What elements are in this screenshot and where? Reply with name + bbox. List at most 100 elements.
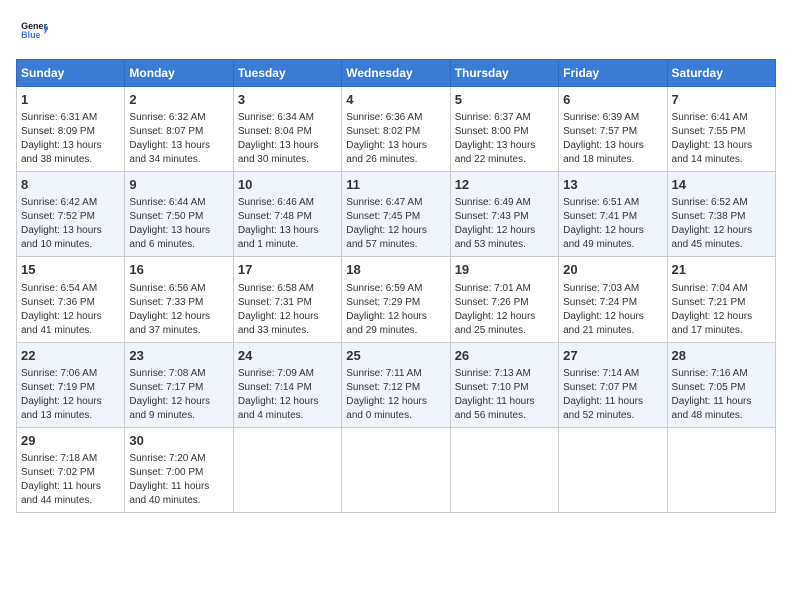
day-number: 22 (21, 347, 120, 365)
day-number: 15 (21, 261, 120, 279)
day-cell (667, 427, 775, 512)
day-info: Sunrise: 6:59 AM Sunset: 7:29 PM Dayligh… (346, 282, 445, 338)
day-info: Sunrise: 6:49 AM Sunset: 7:43 PM Dayligh… (455, 196, 554, 252)
day-number: 8 (21, 176, 120, 194)
week-row-5: 29Sunrise: 7:18 AM Sunset: 7:02 PM Dayli… (17, 427, 776, 512)
day-number: 1 (21, 91, 120, 109)
day-cell: 11 Sunrise: 6:47 AM Sunset: 7:45 PM Dayli… (342, 172, 450, 257)
day-number: 23 (129, 347, 228, 365)
day-info: Sunrise: 7:06 AM Sunset: 7:19 PM Dayligh… (21, 367, 120, 423)
day-cell: 5 Sunrise: 6:37 AM Sunset: 8:00 PM Daylig… (450, 87, 558, 172)
day-cell: 7 Sunrise: 6:41 AM Sunset: 7:55 PM Daylig… (667, 87, 775, 172)
day-cell: 27 Sunrise: 7:14 AM Sunset: 7:07 PM Dayli… (559, 342, 667, 427)
day-number: 20 (563, 261, 662, 279)
day-info: Sunrise: 7:13 AM Sunset: 7:10 PM Dayligh… (455, 367, 554, 423)
day-cell: 6 Sunrise: 6:39 AM Sunset: 7:57 PM Daylig… (559, 87, 667, 172)
day-cell: 18 Sunrise: 6:59 AM Sunset: 7:29 PM Dayli… (342, 257, 450, 342)
day-info: Sunrise: 7:04 AM Sunset: 7:21 PM Dayligh… (672, 282, 771, 338)
day-number: 30 (129, 432, 228, 450)
weekday-monday: Monday (125, 60, 233, 87)
day-info: Sunrise: 6:31 AM Sunset: 8:09 PM Dayligh… (21, 111, 120, 167)
day-cell: 20 Sunrise: 7:03 AM Sunset: 7:24 PM Dayli… (559, 257, 667, 342)
day-info: Sunrise: 6:32 AM Sunset: 8:07 PM Dayligh… (129, 111, 228, 167)
day-info: Sunrise: 7:01 AM Sunset: 7:26 PM Dayligh… (455, 282, 554, 338)
day-info: Sunrise: 6:36 AM Sunset: 8:02 PM Dayligh… (346, 111, 445, 167)
day-number: 5 (455, 91, 554, 109)
day-number: 3 (238, 91, 337, 109)
day-number: 16 (129, 261, 228, 279)
day-number: 4 (346, 91, 445, 109)
day-cell: 28Sunrise: 7:16 AM Sunset: 7:05 PM Dayli… (667, 342, 775, 427)
day-cell: 25 Sunrise: 7:11 AM Sunset: 7:12 PM Dayli… (342, 342, 450, 427)
day-cell: 13Sunrise: 6:51 AM Sunset: 7:41 PM Dayli… (559, 172, 667, 257)
day-info: Sunrise: 6:52 AM Sunset: 7:38 PM Dayligh… (672, 196, 771, 252)
day-cell: 9 Sunrise: 6:44 AM Sunset: 7:50 PM Daylig… (125, 172, 233, 257)
page-header: General Blue (16, 16, 776, 49)
weekday-tuesday: Tuesday (233, 60, 341, 87)
day-cell: 17 Sunrise: 6:58 AM Sunset: 7:31 PM Dayli… (233, 257, 341, 342)
day-info: Sunrise: 6:41 AM Sunset: 7:55 PM Dayligh… (672, 111, 771, 167)
day-number: 27 (563, 347, 662, 365)
week-row-2: 8Sunrise: 6:42 AM Sunset: 7:52 PM Daylig… (17, 172, 776, 257)
day-cell: 8Sunrise: 6:42 AM Sunset: 7:52 PM Daylig… (17, 172, 125, 257)
day-cell (233, 427, 341, 512)
day-info: Sunrise: 7:09 AM Sunset: 7:14 PM Dayligh… (238, 367, 337, 423)
day-info: Sunrise: 6:56 AM Sunset: 7:33 PM Dayligh… (129, 282, 228, 338)
day-number: 17 (238, 261, 337, 279)
calendar-table: SundayMondayTuesdayWednesdayThursdayFrid… (16, 59, 776, 513)
weekday-friday: Friday (559, 60, 667, 87)
day-info: Sunrise: 7:08 AM Sunset: 7:17 PM Dayligh… (129, 367, 228, 423)
day-cell: 12 Sunrise: 6:49 AM Sunset: 7:43 PM Dayli… (450, 172, 558, 257)
day-info: Sunrise: 6:34 AM Sunset: 8:04 PM Dayligh… (238, 111, 337, 167)
weekday-wednesday: Wednesday (342, 60, 450, 87)
svg-text:Blue: Blue (21, 30, 40, 40)
weekday-sunday: Sunday (17, 60, 125, 87)
day-number: 18 (346, 261, 445, 279)
day-cell: 22 Sunrise: 7:06 AM Sunset: 7:19 PM Dayli… (17, 342, 125, 427)
day-info: Sunrise: 7:20 AM Sunset: 7:00 PM Dayligh… (129, 452, 228, 508)
logo: General Blue (16, 16, 48, 49)
weekday-header-row: SundayMondayTuesdayWednesdayThursdayFrid… (17, 60, 776, 87)
day-cell: 3 Sunrise: 6:34 AM Sunset: 8:04 PM Daylig… (233, 87, 341, 172)
day-cell: 1 Sunrise: 6:31 AM Sunset: 8:09 PM Daylig… (17, 87, 125, 172)
day-info: Sunrise: 6:46 AM Sunset: 7:48 PM Dayligh… (238, 196, 337, 252)
day-info: Sunrise: 6:37 AM Sunset: 8:00 PM Dayligh… (455, 111, 554, 167)
day-info: Sunrise: 7:11 AM Sunset: 7:12 PM Dayligh… (346, 367, 445, 423)
day-number: 7 (672, 91, 771, 109)
day-number: 14 (672, 176, 771, 194)
day-number: 12 (455, 176, 554, 194)
day-cell (450, 427, 558, 512)
day-cell: 16 Sunrise: 6:56 AM Sunset: 7:33 PM Dayli… (125, 257, 233, 342)
day-number: 25 (346, 347, 445, 365)
day-number: 24 (238, 347, 337, 365)
day-number: 13 (563, 176, 662, 194)
week-row-4: 22 Sunrise: 7:06 AM Sunset: 7:19 PM Dayli… (17, 342, 776, 427)
day-info: Sunrise: 6:54 AM Sunset: 7:36 PM Dayligh… (21, 282, 120, 338)
day-cell (342, 427, 450, 512)
day-info: Sunrise: 6:47 AM Sunset: 7:45 PM Dayligh… (346, 196, 445, 252)
day-cell: 2 Sunrise: 6:32 AM Sunset: 8:07 PM Daylig… (125, 87, 233, 172)
day-cell (559, 427, 667, 512)
day-cell: 4 Sunrise: 6:36 AM Sunset: 8:02 PM Daylig… (342, 87, 450, 172)
day-number: 10 (238, 176, 337, 194)
week-row-1: 1 Sunrise: 6:31 AM Sunset: 8:09 PM Daylig… (17, 87, 776, 172)
weekday-saturday: Saturday (667, 60, 775, 87)
day-info: Sunrise: 6:44 AM Sunset: 7:50 PM Dayligh… (129, 196, 228, 252)
day-number: 2 (129, 91, 228, 109)
day-cell: 30 Sunrise: 7:20 AM Sunset: 7:00 PM Dayli… (125, 427, 233, 512)
day-cell: 21Sunrise: 7:04 AM Sunset: 7:21 PM Dayli… (667, 257, 775, 342)
day-info: Sunrise: 7:03 AM Sunset: 7:24 PM Dayligh… (563, 282, 662, 338)
day-info: Sunrise: 6:39 AM Sunset: 7:57 PM Dayligh… (563, 111, 662, 167)
day-number: 19 (455, 261, 554, 279)
day-info: Sunrise: 7:14 AM Sunset: 7:07 PM Dayligh… (563, 367, 662, 423)
day-info: Sunrise: 7:16 AM Sunset: 7:05 PM Dayligh… (672, 367, 771, 423)
day-cell: 23 Sunrise: 7:08 AM Sunset: 7:17 PM Dayli… (125, 342, 233, 427)
day-number: 9 (129, 176, 228, 194)
day-number: 6 (563, 91, 662, 109)
day-cell: 29Sunrise: 7:18 AM Sunset: 7:02 PM Dayli… (17, 427, 125, 512)
day-cell: 26Sunrise: 7:13 AM Sunset: 7:10 PM Dayli… (450, 342, 558, 427)
day-number: 11 (346, 176, 445, 194)
calendar-body: 1 Sunrise: 6:31 AM Sunset: 8:09 PM Daylig… (17, 87, 776, 513)
day-cell: 10 Sunrise: 6:46 AM Sunset: 7:48 PM Dayli… (233, 172, 341, 257)
day-info: Sunrise: 6:58 AM Sunset: 7:31 PM Dayligh… (238, 282, 337, 338)
